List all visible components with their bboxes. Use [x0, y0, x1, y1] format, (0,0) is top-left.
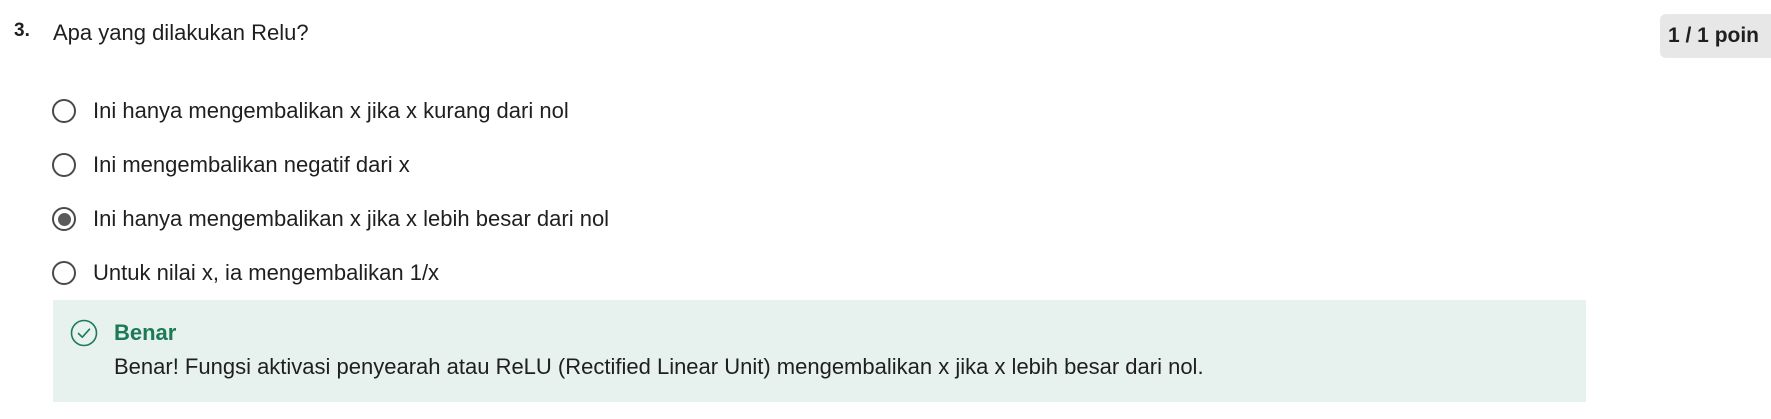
feedback-panel: Benar Benar! Fungsi aktivasi penyearah a… [53, 300, 1586, 402]
answer-option-label: Ini hanya mengembalikan x jika x lebih b… [93, 206, 610, 231]
quiz-question: 3. Apa yang dilakukan Relu? 1 / 1 poin I… [0, 0, 1771, 419]
answer-option-3[interactable]: Ini hanya mengembalikan x jika x lebih b… [52, 192, 609, 246]
answer-option-label: Ini hanya mengembalikan x jika x kurang … [93, 98, 569, 123]
radio-button-unchecked[interactable] [52, 99, 76, 123]
score-badge: 1 / 1 poin [1660, 14, 1771, 58]
answer-option-label: Untuk nilai x, ia mengembalikan 1/x [93, 260, 440, 285]
answer-option-2[interactable]: Ini mengembalikan negatif dari x [52, 138, 609, 192]
answer-options: Ini hanya mengembalikan x jika x kurang … [52, 84, 609, 300]
question-text: Apa yang dilakukan Relu? [53, 20, 309, 45]
feedback-title: Benar [114, 320, 177, 345]
radio-button-unchecked[interactable] [52, 261, 76, 285]
check-circle-icon [70, 319, 98, 347]
feedback-text: Benar! Fungsi aktivasi penyearah atau Re… [114, 354, 1204, 379]
radio-button-unchecked[interactable] [52, 153, 76, 177]
answer-option-4[interactable]: Untuk nilai x, ia mengembalikan 1/x [52, 246, 609, 300]
answer-option-label: Ini mengembalikan negatif dari x [93, 152, 410, 177]
answer-option-1[interactable]: Ini hanya mengembalikan x jika x kurang … [52, 84, 609, 138]
radio-button-checked[interactable] [52, 207, 76, 231]
question-number: 3. [14, 20, 30, 41]
